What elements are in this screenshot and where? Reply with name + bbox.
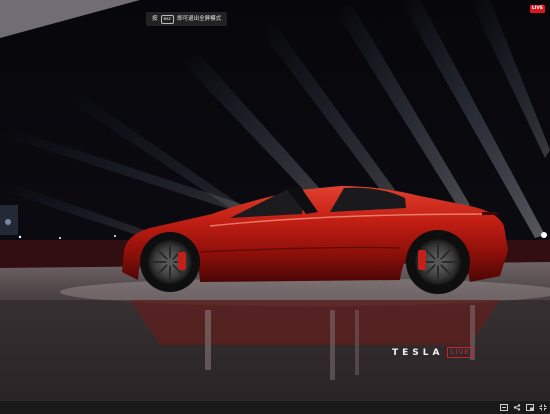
exit-fullscreen-icon[interactable]	[539, 404, 547, 411]
esc-hint-prefix: 按	[152, 16, 158, 22]
rear-wheel	[406, 230, 470, 294]
video-scene	[0, 0, 550, 400]
fullscreen-exit-hint: 按 esc 即可退出全屏模式	[146, 12, 228, 26]
tesla-live-watermark: TESLA LIVE	[392, 347, 473, 358]
live-tag: LIVE	[447, 347, 473, 358]
live-badge: LIVE	[529, 5, 545, 13]
mini-player-icon[interactable]	[526, 404, 534, 411]
tesla-wordmark: TESLA	[392, 347, 444, 358]
video-frame[interactable]: 按 esc 即可退出全屏模式 LIVE TESLA LIVE	[0, 0, 550, 400]
esc-key-label: esc	[160, 14, 175, 24]
esc-hint-suffix: 即可退出全屏模式	[177, 16, 222, 22]
front-wheel	[140, 232, 200, 292]
player-control-bar	[0, 400, 550, 414]
share-icon[interactable]	[513, 404, 521, 411]
caption-icon[interactable]	[500, 404, 508, 411]
